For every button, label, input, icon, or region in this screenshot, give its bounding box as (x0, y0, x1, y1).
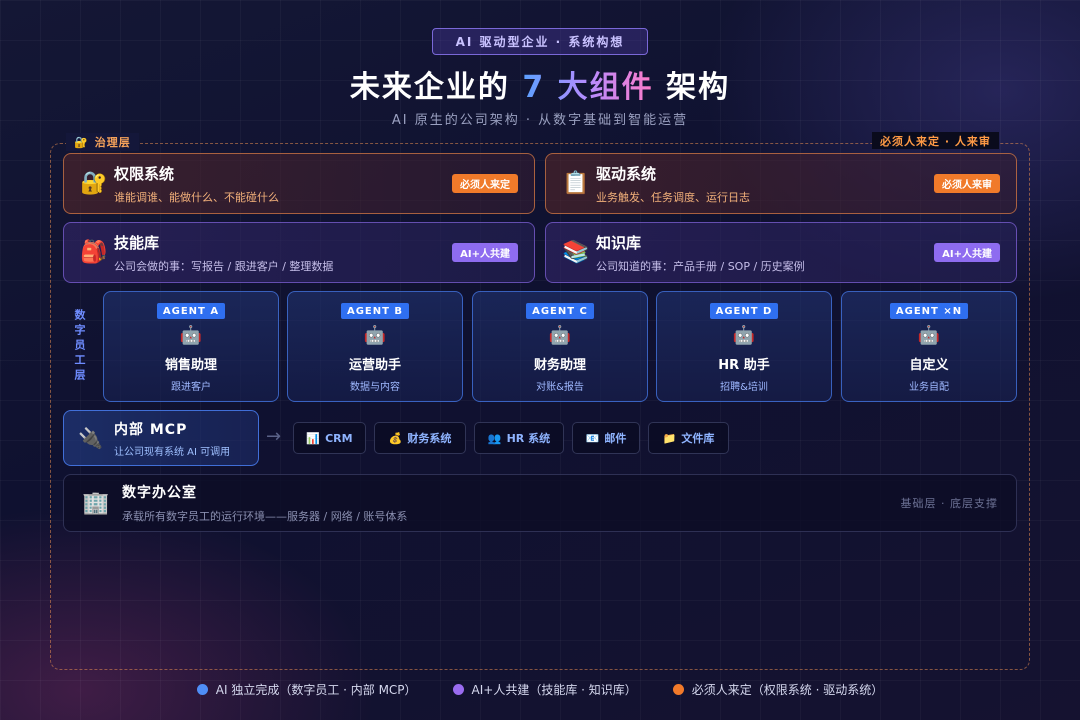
tool-finance-system[interactable]: 💰 财务系统 (374, 422, 466, 454)
agent-card-d[interactable]: AGENT D 🤖 HR 助手 招聘&培训 (656, 291, 832, 402)
tool-file-library[interactable]: 📁 文件库 (648, 422, 729, 454)
card-desc: 公司会做的事：写报告 / 跟进客户 / 整理数据 (114, 259, 334, 273)
tool-label: 文件库 (681, 432, 715, 445)
governance-label: 🔐 治理层 (66, 133, 139, 151)
agent-tag: AGENT C (526, 303, 594, 319)
office-title: 数字办公室 (122, 485, 197, 501)
robot-icon: 🤖 (917, 325, 941, 346)
agent-name: 销售助理 (164, 358, 217, 373)
office-note: 基础层 · 底层支撑 (900, 497, 998, 510)
card-title: 驱动系统 (596, 164, 657, 183)
page-subtitle: AI 原生的公司架构 · 从数字基础到智能运营 (391, 113, 689, 128)
agent-name: 自定义 (909, 358, 949, 373)
tool-label: CRM (325, 431, 353, 445)
robot-icon: 🤖 (548, 325, 572, 346)
card-title: 知识库 (596, 233, 642, 252)
plug-icon: 🔌 (78, 426, 103, 450)
status-badge: 必须人来审 (934, 174, 1000, 193)
agent-layer-label: 数字员工层 (73, 308, 86, 384)
office-desc: 承载所有数字员工的运行环境——服务器 / 网络 / 账号体系 (122, 510, 408, 523)
agent-desc: 跟进客户 (171, 382, 211, 393)
money-bag-icon: 💰 (388, 431, 403, 445)
governance-label-text: 治理层 (94, 136, 131, 149)
card-desc: 业务触发、任务调度、运行日志 (596, 190, 750, 204)
agent-card-a[interactable]: AGENT A 🤖 销售助理 跟进客户 (103, 291, 279, 402)
agent-tag: AGENT A (156, 303, 226, 319)
agent-card-custom[interactable]: AGENT ×N 🤖 自定义 业务自配 (841, 291, 1017, 402)
page-title: 未来企业的 7 大组件 架构 (0, 62, 1080, 106)
lock-icon: 🔐 (80, 171, 108, 196)
card-title: 技能库 (114, 233, 160, 252)
chart-icon: 📊 (306, 431, 321, 445)
digital-office-card[interactable]: 🏢 数字办公室 承载所有数字员工的运行环境——服务器 / 网络 / 账号体系 基… (63, 474, 1017, 532)
governance-note: 必须人来定 · 人来审 (872, 132, 999, 149)
lock-key-icon: 🔐 (74, 135, 89, 149)
robot-icon: 🤖 (732, 325, 756, 346)
legend: AI 独立完成（数字员工 · 内部 MCP） AI+人共建（技能库 · 知识库）… (0, 681, 1080, 698)
card-title: 权限系统 (114, 164, 175, 183)
legend-label: AI 独立完成（数字员工 · 内部 MCP） (215, 683, 417, 697)
status-badge: 必须人来定 (452, 174, 518, 193)
card-permission-system[interactable]: 🔐 权限系统 谁能调谁、能做什么、不能碰什么 必须人来定 (63, 153, 535, 214)
tool-email[interactable]: 📧 邮件 (572, 422, 640, 454)
legend-dot (196, 684, 208, 695)
robot-icon: 🤖 (363, 325, 387, 346)
tool-label: 财务系统 (407, 432, 452, 445)
tool-label: 邮件 (604, 432, 627, 445)
email-icon: 📧 (585, 431, 600, 445)
tool-crm[interactable]: 📊 CRM (293, 422, 366, 454)
card-driver-system[interactable]: 📋 驱动系统 业务触发、任务调度、运行日志 必须人来审 (545, 153, 1017, 214)
agent-card-c[interactable]: AGENT C 🤖 财务助理 对账&报告 (472, 291, 648, 402)
books-icon: 📚 (562, 240, 590, 265)
agent-desc: 数据与内容 (350, 382, 400, 393)
title-highlight: 7 大组件 (522, 70, 654, 105)
legend-item-ai: AI 独立完成（数字员工 · 内部 MCP） (196, 681, 417, 698)
agent-tag: AGENT B (340, 303, 410, 319)
arrow-right-icon: → (266, 426, 282, 447)
agent-card-b[interactable]: AGENT B 🤖 运营助手 数据与内容 (287, 291, 463, 402)
card-skill-library[interactable]: 🎒 技能库 公司会做的事：写报告 / 跟进客户 / 整理数据 AI+人共建 (63, 222, 535, 283)
internal-mcp-card[interactable]: 🔌 内部 MCP 让公司现有系统 AI 可调用 (63, 410, 259, 466)
agent-tag: AGENT ×N (889, 303, 969, 319)
agent-desc: 业务自配 (909, 382, 949, 393)
legend-item-ai-human: AI+人共建（技能库 · 知识库） (452, 681, 637, 698)
status-badge: AI+人共建 (452, 243, 518, 262)
clipboard-icon: 📋 (562, 171, 590, 196)
legend-dot (672, 684, 684, 695)
agent-name: HR 助手 (718, 358, 770, 373)
tool-label: HR 系统 (506, 432, 551, 445)
backpack-icon: 🎒 (80, 240, 108, 265)
legend-label: AI+人共建（技能库 · 知识库） (471, 683, 637, 697)
legend-item-human: 必须人来定（权限系统 · 驱动系统） (672, 681, 884, 698)
mcp-desc: 让公司现有系统 AI 可调用 (114, 446, 231, 458)
card-desc: 谁能调谁、能做什么、不能碰什么 (114, 190, 279, 204)
card-knowledge-base[interactable]: 📚 知识库 公司知道的事：产品手册 / SOP / 历史案例 AI+人共建 (545, 222, 1017, 283)
legend-label: 必须人来定（权限系统 · 驱动系统） (691, 683, 884, 697)
title-suffix: 架构 (653, 70, 731, 105)
agent-tag: AGENT D (709, 303, 779, 319)
office-building-icon: 🏢 (82, 490, 110, 516)
agent-name: 财务助理 (533, 358, 586, 373)
title-prefix: 未来企业的 (349, 70, 523, 105)
mcp-title: 内部 MCP (114, 421, 188, 438)
agent-desc: 对账&报告 (536, 382, 584, 393)
robot-icon: 🤖 (179, 325, 203, 346)
status-badge: AI+人共建 (934, 243, 1000, 262)
card-desc: 公司知道的事：产品手册 / SOP / 历史案例 (596, 259, 805, 273)
tool-hr-system[interactable]: 👥 HR 系统 (474, 422, 564, 454)
legend-dot (452, 684, 464, 695)
people-icon: 👥 (487, 431, 502, 445)
agent-name: 运营助手 (348, 358, 401, 373)
folder-icon: 📁 (662, 431, 677, 445)
header-tag: AI 驱动型企业 · 系统构想 (432, 28, 648, 55)
agent-desc: 招聘&培训 (720, 382, 768, 393)
